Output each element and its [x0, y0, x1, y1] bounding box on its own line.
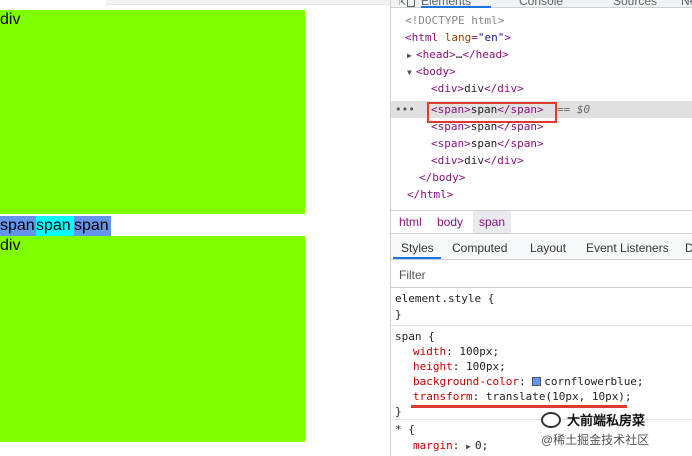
dom-doctype[interactable]: <!DOCTYPE html>	[405, 12, 504, 29]
prop-margin[interactable]: margin: ▶ 0;	[413, 438, 488, 453]
span3-text: span	[470, 137, 498, 150]
div1-text: div	[464, 82, 484, 95]
star-rule-selector: * {	[395, 423, 415, 436]
prop-transform-value: translate(10px, 10px);	[485, 390, 632, 403]
rendered-page-viewport: div spanspan span div	[0, 0, 390, 456]
expand-arrow-icon[interactable]: ▶	[407, 47, 416, 64]
doctype-text: <!DOCTYPE html>	[405, 14, 505, 27]
div2-text: div	[464, 154, 484, 167]
breadcrumb-span[interactable]: span	[473, 211, 512, 233]
inspect-element-icon[interactable]: ⇱	[399, 0, 406, 8]
div1-open: div	[437, 82, 458, 95]
dom-html-close[interactable]: </html>	[407, 186, 453, 203]
span3-open: span	[437, 137, 465, 150]
dom-body-node[interactable]: ▼ <body>	[407, 63, 456, 80]
head-close: head	[475, 48, 503, 61]
prop-bg-value: cornflowerblue;	[544, 375, 644, 388]
div2-open: div	[437, 154, 458, 167]
body-close: body	[432, 171, 459, 184]
tab-layout[interactable]: Layout	[530, 241, 566, 255]
tab-computed[interactable]: Computed	[452, 241, 507, 255]
prop-width-name: width	[413, 345, 447, 358]
red-underline-highlight	[411, 405, 627, 408]
head-ellipsis: …	[455, 48, 463, 61]
dom-body-close[interactable]: </body>	[419, 169, 465, 186]
div1-close: div	[497, 82, 518, 95]
styles-pane-tabs: Styles Computed Layout Event Listeners D	[391, 236, 692, 260]
devtools-tab-bar: ⇱ Elements Console Sources Ne	[391, 0, 692, 8]
prop-height-name: height	[413, 360, 453, 373]
html-tag: html	[411, 31, 439, 44]
span2-open: span	[437, 120, 465, 133]
dom-span-node-selected[interactable]: ••• <span>span</span> == $0	[391, 101, 692, 123]
lang-attr-name: lang	[444, 31, 472, 44]
dom-span-node-3[interactable]: <span>span</span>	[431, 135, 544, 152]
styles-filter-bar	[391, 262, 692, 288]
div2-close: div	[497, 154, 518, 167]
element-style-selector: element.style {	[395, 292, 495, 305]
expand-shorthand-icon[interactable]: ▶	[466, 439, 475, 454]
viewport-top-strip	[106, 0, 390, 5]
prop-margin-name: margin	[413, 439, 453, 452]
tab-styles[interactable]: Styles	[401, 241, 434, 255]
dom-div-node-2[interactable]: <div>div</div>	[431, 152, 524, 169]
html-close: html	[420, 188, 447, 201]
prop-height[interactable]: height: 100px;	[413, 359, 506, 374]
prop-width[interactable]: width: 100px;	[413, 344, 499, 359]
span-style-rule[interactable]: span { width: 100px; height: 100px; back…	[391, 326, 692, 420]
device-toolbar-icon[interactable]	[407, 0, 415, 7]
prop-margin-value: 0;	[475, 439, 489, 452]
span-rule-close: }	[395, 405, 402, 418]
dom-div-node-1[interactable]: <div>div</div>	[431, 80, 524, 97]
tab-event-listeners[interactable]: Event Listeners	[586, 241, 669, 255]
span-element-2[interactable]: span	[36, 216, 74, 236]
tab-sources[interactable]: Sources	[613, 0, 657, 8]
lang-attr-value: "en"	[477, 31, 505, 44]
tab-network[interactable]: Ne	[681, 0, 692, 8]
dom-html-node[interactable]: <html lang="en">	[405, 29, 511, 46]
prop-bg-name: background-color	[413, 375, 519, 388]
dom-span-node-2[interactable]: <span>span</span>	[431, 118, 544, 135]
selected-node-marker: == $0	[557, 103, 591, 116]
collapse-arrow-icon[interactable]: ▼	[407, 64, 416, 81]
span2-text: span	[470, 120, 498, 133]
breadcrumb-body[interactable]: body	[437, 215, 463, 229]
span-row: spanspan span	[0, 216, 111, 236]
span2-close: span	[510, 120, 538, 133]
tab-dom-breakpoints[interactable]: D	[685, 241, 692, 255]
green-div-2[interactable]: div	[0, 236, 305, 442]
span-rule-selector: span {	[395, 330, 435, 343]
watermark-line-2: @稀土掘金技术社区	[541, 433, 650, 447]
prop-width-value: 100px;	[459, 345, 500, 358]
div-1-text: div	[0, 11, 21, 28]
div-2-text: div	[0, 237, 21, 254]
span3-close: span	[510, 137, 538, 150]
active-tab-underline	[421, 6, 491, 8]
wechat-logo-icon	[541, 412, 561, 428]
span-element-3[interactable]: span	[74, 216, 111, 236]
prop-transform[interactable]: transform: translate(10px, 10px);	[413, 389, 632, 404]
breadcrumb-html[interactable]: html	[399, 215, 422, 229]
prop-background-color[interactable]: background-color: cornflowerblue;	[413, 374, 644, 389]
prop-height-value: 100px;	[466, 360, 506, 373]
more-options-icon[interactable]: •••	[395, 101, 415, 118]
color-swatch-icon[interactable]	[532, 377, 542, 386]
element-style-close: }	[395, 308, 402, 321]
body-open: body	[422, 65, 450, 78]
breadcrumb: html body span	[391, 210, 692, 234]
element-style-rule[interactable]: element.style { }	[391, 288, 692, 326]
active-pane-underline	[393, 257, 441, 259]
dom-head-node[interactable]: ▶ <head>…</head>	[407, 46, 509, 63]
green-div-1[interactable]: div	[0, 10, 305, 214]
span-element-1[interactable]: span	[0, 216, 36, 236]
head-open: head	[422, 48, 450, 61]
tab-console[interactable]: Console	[519, 0, 563, 8]
prop-transform-name: transform	[413, 390, 473, 403]
watermark-line-1: 大前端私房菜	[567, 413, 646, 428]
devtools-panel: ⇱ Elements Console Sources Ne <!DOCTYPE …	[390, 0, 692, 456]
styles-filter-input[interactable]	[399, 267, 599, 283]
